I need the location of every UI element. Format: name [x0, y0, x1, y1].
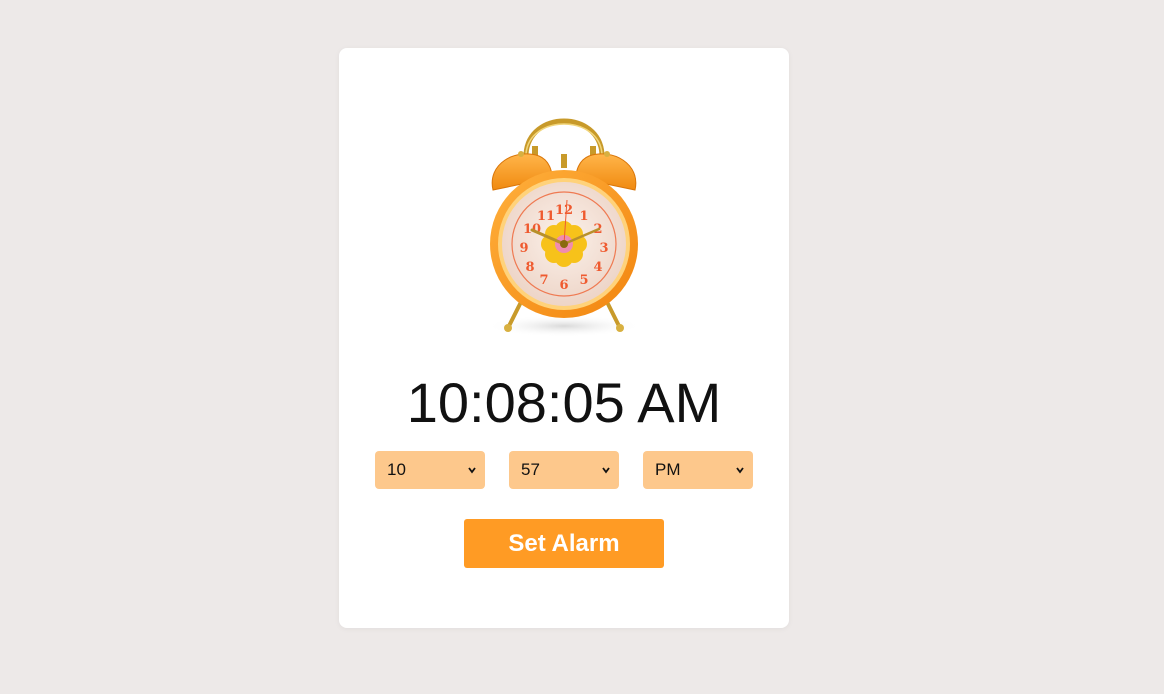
dial-numeral-7: 7 [539, 273, 548, 288]
dial-numeral-6: 6 [559, 278, 568, 293]
dial-numeral-4: 4 [593, 260, 602, 275]
alarm-clock-icon: 12 1 2 3 4 5 6 7 8 9 10 11 [486, 118, 642, 337]
dial-numeral-11: 11 [537, 209, 555, 224]
dial-numeral-5: 5 [579, 273, 588, 288]
ampm-select-value: PM [655, 460, 681, 479]
alarm-card: 12 1 2 3 4 5 6 7 8 9 10 11 [339, 48, 789, 628]
minute-select-value: 57 [521, 460, 540, 479]
chevron-down-icon [468, 467, 476, 474]
hour-select-value: 10 [387, 460, 406, 479]
ampm-select[interactable]: PM [643, 451, 753, 489]
chevron-down-icon [602, 467, 610, 474]
chevron-down-icon [736, 467, 744, 474]
dial-numeral-8: 8 [525, 260, 534, 275]
dial-numeral-12: 12 [555, 203, 573, 218]
alarm-time-selectors: 10 57 PM [375, 451, 753, 489]
hour-select[interactable]: 10 [375, 451, 485, 489]
dial-numeral-1: 1 [579, 209, 588, 224]
current-time-display: 10:08:05 AM [406, 371, 722, 434]
minute-select[interactable]: 57 [509, 451, 619, 489]
dial-numeral-3: 3 [599, 241, 608, 256]
dial-numeral-9: 9 [519, 241, 528, 256]
set-alarm-button[interactable]: Set Alarm [464, 519, 664, 568]
